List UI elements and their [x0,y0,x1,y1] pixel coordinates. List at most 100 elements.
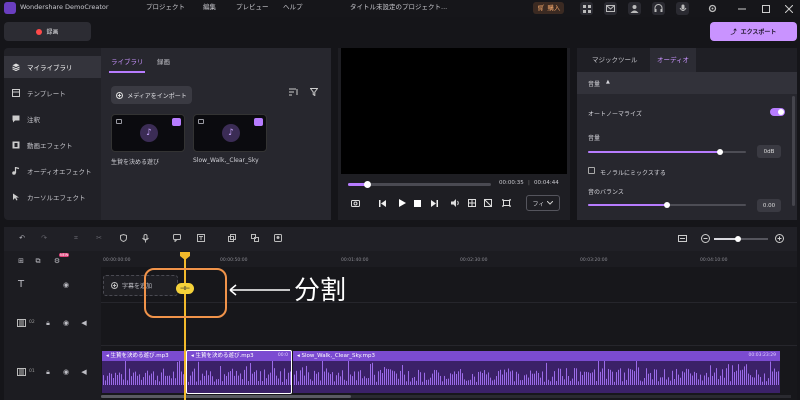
arrow-icon [229,284,290,296]
clip-title: ◂ Slow_Walk,_Clear_Sky.mp3 [293,351,780,361]
preview-canvas[interactable] [341,48,567,174]
group-icon[interactable] [226,232,238,244]
document-title: タイトル未設定のプロジェクト... [350,3,448,11]
add-track-icon[interactable]: ⊞ [16,256,26,266]
track-settings-icon[interactable]: ⚙︎ [52,256,62,266]
redo-icon[interactable]: ↷ [38,232,50,244]
support-icon[interactable] [652,2,665,15]
preview-progress-bar[interactable] [348,181,491,188]
media-name: Slow_Walk,_Clear_Sky [193,157,259,164]
import-media-button[interactable]: メディアをインポート [111,86,192,104]
progress-handle[interactable] [364,181,371,188]
safe-area-icon[interactable] [482,197,494,209]
media-thumbnail[interactable]: ♪ [193,114,267,152]
timeline-zoom-slider[interactable] [714,236,768,242]
sidebar-item-video-effects[interactable]: 動画エフェクト [4,134,101,156]
media-track-icon [16,367,26,377]
sidebar-item-cursor-effects[interactable]: カーソルエフェクト [4,186,101,208]
record-button[interactable]: 録画 [4,22,91,41]
section-header[interactable] [577,72,797,94]
volume-value[interactable]: 0dB [757,145,781,158]
timeline-scrollbar[interactable] [101,395,791,398]
microphone-icon[interactable] [139,232,151,244]
screenshot-icon[interactable] [349,197,361,209]
export-label: エクスポート [740,29,777,36]
play-icon[interactable] [396,197,408,209]
tab-audio[interactable]: オーディオ [650,48,697,72]
playhead-handle[interactable] [180,252,190,260]
panel-scrollbar[interactable] [792,96,795,206]
grid-icon[interactable] [580,2,593,15]
audio-clip[interactable]: ◂ Slow_Walk,_Clear_Sky.mp3 00:03:23:29 [293,351,780,393]
menu-edit[interactable]: 編集 [203,0,216,17]
volume-icon[interactable] [450,197,462,209]
media-thumbnail[interactable]: ♪ [111,114,185,152]
zoom-select[interactable]: フィ [526,195,560,211]
ruler-tick: 00:00:00:00 [103,258,131,263]
comment-icon[interactable] [171,232,183,244]
buy-button[interactable]: 🛒︎ 購入 [533,2,565,14]
current-time: 00:00:35 [499,180,524,186]
eye-icon[interactable]: ◉ [61,280,71,290]
ungroup-icon[interactable] [249,232,261,244]
maximize-icon[interactable] [759,2,772,15]
stop-icon[interactable] [411,197,423,209]
volume-slider[interactable] [588,149,746,155]
mail-icon[interactable] [604,2,617,15]
buy-label: 購入 [547,4,561,12]
copy-track-icon[interactable]: ⧉ [33,256,43,266]
fullscreen-grid-icon[interactable] [466,197,478,209]
close-icon[interactable] [782,2,795,15]
lock-icon[interactable]: 🔒︎ [43,318,53,328]
sidebar-item-label: オーディオエフェクト [27,168,92,176]
minimize-icon[interactable] [735,2,748,15]
crop-icon[interactable]: ⌗ [70,232,82,244]
mic-check-icon[interactable] [676,2,689,15]
menu-help[interactable]: ヘルプ [283,0,303,17]
zoom-out-icon[interactable] [699,232,711,244]
eye-icon[interactable]: ◉ [61,367,71,377]
text-box-icon[interactable] [195,232,207,244]
sort-icon[interactable] [289,88,298,96]
face-detect-icon[interactable] [272,232,284,244]
filter-icon[interactable] [310,88,318,96]
fit-screen-icon[interactable] [500,197,512,209]
timeline-ruler[interactable] [101,251,797,267]
settings-icon[interactable] [706,2,719,15]
tab-library[interactable]: ライブラリ [111,56,144,66]
zoom-in-icon[interactable] [773,232,785,244]
app-window: Wondershare DemoCreator プロジェクト 編集 プレビュー … [0,0,800,400]
media-type-icon [116,119,122,124]
selected-clip-outline [186,350,292,394]
clip-duration: 00:03:23:29 [748,353,776,358]
export-button[interactable]: ⤴ エクスポート [710,22,797,41]
fit-timeline-icon[interactable] [676,232,688,244]
next-frame-icon[interactable] [428,197,440,209]
avatar-icon[interactable] [628,2,641,15]
prev-frame-icon[interactable] [377,197,389,209]
audio-clip[interactable]: ◂ 生贄を決める遊び.mp3 [102,351,186,393]
mono-mix-checkbox[interactable] [588,167,595,174]
menu-preview[interactable]: プレビュー [236,0,269,17]
sidebar-item-template[interactable]: テンプレート [4,82,101,104]
eye-icon[interactable]: ◉ [61,318,71,328]
split-tool-icon[interactable]: ✂ [93,232,105,244]
menu-project[interactable]: プロジェクト [146,0,185,17]
new-badge: NEW [59,253,70,257]
tab-recordings[interactable]: 録画 [157,56,170,66]
undo-icon[interactable]: ↶ [16,232,28,244]
shield-icon[interactable] [117,232,129,244]
mute-icon[interactable]: ◀ [79,318,89,328]
sidebar-item-annotation[interactable]: 注釈 [4,108,101,130]
music-note-icon: ♪ [140,124,158,142]
collapse-icon[interactable]: ▲ [606,79,610,85]
export-icon: ⤴ [730,29,737,36]
balance-value[interactable]: 0.00 [757,199,781,212]
tab-magic-tools[interactable]: マジックツール [585,48,645,72]
lock-icon[interactable]: 🔒︎ [43,367,53,377]
sidebar-item-my-library[interactable]: マイライブラリ [4,56,101,78]
sidebar-item-audio-effects[interactable]: オーディオエフェクト [4,160,101,182]
mute-icon[interactable]: ◀ [79,367,89,377]
auto-normalize-toggle[interactable] [770,108,785,116]
balance-slider[interactable] [588,202,746,208]
